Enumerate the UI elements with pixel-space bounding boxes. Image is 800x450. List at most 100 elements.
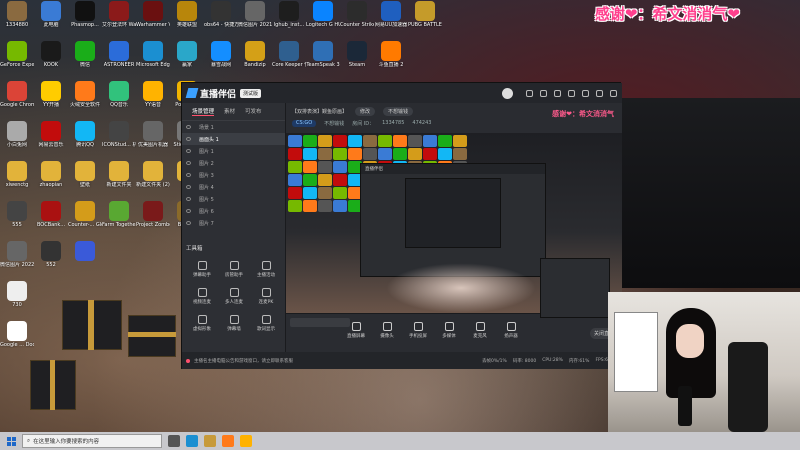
- desktop-shortcut[interactable]: Counter-... Global Off...: [68, 200, 102, 238]
- eye-icon[interactable]: [186, 137, 191, 141]
- desktop-shortcut[interactable]: TeamSpeak 3: [306, 40, 340, 78]
- desktop-shortcut[interactable]: zhaopian: [34, 160, 68, 198]
- tool-button[interactable]: 多人连麦: [218, 288, 250, 305]
- eye-icon[interactable]: [186, 161, 191, 165]
- scene-item[interactable]: 场景 1: [182, 121, 285, 133]
- desktop-shortcut[interactable]: lghub_inst...: [272, 0, 306, 38]
- source-button[interactable]: 多媒体: [439, 322, 459, 339]
- source-search-input[interactable]: [290, 318, 350, 327]
- desktop-shortcut[interactable]: Counter Strike Online: [340, 0, 374, 38]
- eye-icon[interactable]: [186, 197, 191, 201]
- scene-item[interactable]: 图片 6: [182, 205, 285, 217]
- orange-app-icon[interactable]: [222, 435, 234, 447]
- close-icon[interactable]: [610, 89, 617, 97]
- room-extra-field[interactable]: 不想输钱: [383, 107, 414, 116]
- desktop-shortcut[interactable]: 网易UU加速器: [374, 0, 408, 38]
- desktop-shortcut[interactable]: 此电脑: [34, 0, 68, 38]
- message-icon[interactable]: [526, 89, 533, 97]
- desktop-shortcut[interactable]: 1334880: [0, 0, 34, 38]
- desktop-shortcut[interactable]: KOOK: [34, 40, 68, 78]
- source-button[interactable]: 麦克风: [470, 322, 490, 339]
- desktop-shortcut[interactable]: PUBG BATTLEGR...: [408, 0, 442, 38]
- desktop-shortcut[interactable]: 赢家: [170, 40, 204, 78]
- douyin-icon[interactable]: [240, 435, 252, 447]
- desktop-shortcut[interactable]: 艾尔登法环 Warhammer: [102, 0, 136, 38]
- eye-icon[interactable]: [186, 173, 191, 177]
- desktop-shortcut[interactable]: ICONStud... 机器: [102, 120, 136, 158]
- tool-button[interactable]: 歌词显示: [250, 315, 282, 332]
- desktop-shortcut[interactable]: 新建文件夹: [102, 160, 136, 198]
- desktop-shortcut[interactable]: Warhammer Vermintide: [136, 0, 170, 38]
- desktop-shortcut[interactable]: Bandizip: [238, 40, 272, 78]
- maximize-icon[interactable]: [596, 89, 603, 97]
- desktop-shortcut[interactable]: 730: [0, 280, 34, 318]
- scene-item[interactable]: 图片 7: [182, 217, 285, 229]
- desktop-shortcut[interactable]: 英雄联盟: [170, 0, 204, 38]
- desktop-shortcut[interactable]: Farm Together: [102, 200, 136, 238]
- desktop-shortcut[interactable]: YY语音: [136, 80, 170, 118]
- game-category[interactable]: CS:GO: [292, 120, 317, 127]
- desktop-shortcut[interactable]: Core Keeper 快...: [272, 40, 306, 78]
- desktop-shortcut[interactable]: Steam: [340, 40, 374, 78]
- desktop-shortcut[interactable]: ASTRONEER: [102, 40, 136, 78]
- scene-item[interactable]: 图片 3: [182, 169, 285, 181]
- desktop-shortcut[interactable]: Project Zomboid: [136, 200, 170, 238]
- settings-icon[interactable]: [554, 89, 561, 97]
- desktop-shortcut[interactable]: [68, 240, 102, 278]
- desktop-shortcut[interactable]: xiwenctg: [0, 160, 34, 198]
- tool-button[interactable]: 连麦PK: [250, 288, 282, 305]
- tool-button[interactable]: 视频连麦: [186, 288, 218, 305]
- user-avatar[interactable]: [502, 87, 513, 99]
- edge-icon[interactable]: [186, 435, 198, 447]
- desktop-shortcut[interactable]: 网易云音乐: [34, 120, 68, 158]
- tool-button[interactable]: 弹幕墙: [218, 315, 250, 332]
- desktop-shortcut[interactable]: 小白兔网: [0, 120, 34, 158]
- scene-item[interactable]: 图片 5: [182, 193, 285, 205]
- desktop-shortcut[interactable]: Phasmop...: [68, 0, 102, 38]
- eye-icon[interactable]: [186, 149, 191, 153]
- menu-icon[interactable]: [568, 89, 575, 97]
- tool-button[interactable]: 弹幕助手: [186, 261, 218, 278]
- tab-publish[interactable]: 可发布: [245, 107, 262, 116]
- edit-title-button[interactable]: 修改: [355, 107, 376, 116]
- desktop-shortcut[interactable]: Google ... Doodle Jack: [0, 320, 34, 358]
- desktop-shortcut[interactable]: 腾讯QQ: [68, 120, 102, 158]
- desktop-shortcut[interactable]: 微信图片 2021111...: [238, 0, 272, 38]
- desktop-shortcut[interactable]: 555: [0, 200, 34, 238]
- desktop-shortcut[interactable]: Logitech G HUB: [306, 0, 340, 38]
- steam-icon[interactable]: [204, 435, 216, 447]
- desktop-shortcut[interactable]: 552: [34, 240, 68, 278]
- task-view-icon[interactable]: [168, 435, 180, 447]
- taskbar-search-box[interactable]: ⌕ 在这里输入你要搜索的内容: [22, 434, 162, 448]
- desktop-shortcut[interactable]: QQ音乐: [102, 80, 136, 118]
- eye-icon[interactable]: [186, 125, 191, 129]
- source-button[interactable]: 摄像头: [377, 322, 397, 339]
- eye-icon[interactable]: [186, 209, 191, 213]
- scene-item[interactable]: 图片 2: [182, 157, 285, 169]
- desktop-shortcut[interactable]: GeForce Experience: [0, 40, 34, 78]
- source-button[interactable]: 扬声器: [501, 322, 521, 339]
- desktop-shortcut[interactable]: BOCBank...: [34, 200, 68, 238]
- tool-button[interactable]: 房管助手: [218, 261, 250, 278]
- desktop-shortcut[interactable]: 火绒安全软件: [68, 80, 102, 118]
- desktop-shortcut[interactable]: 壁纸: [68, 160, 102, 198]
- eye-icon[interactable]: [186, 185, 191, 189]
- desktop-shortcut[interactable]: 微信: [68, 40, 102, 78]
- desktop-shortcut[interactable]: 斗鱼直播 2: [374, 40, 408, 78]
- desktop-shortcut[interactable]: 暴雪战网: [204, 40, 238, 78]
- skin-icon[interactable]: [540, 89, 547, 97]
- source-button[interactable]: 直播屏幕: [346, 322, 366, 339]
- desktop-shortcut[interactable]: 微信图片 2022011...: [0, 240, 34, 278]
- desktop-shortcut[interactable]: 新建文件夹 (2): [136, 160, 170, 198]
- desktop-shortcut[interactable]: 优美图片机器: [136, 120, 170, 158]
- desktop-shortcut[interactable]: obs64 - 快捷方式: [204, 0, 238, 38]
- scene-item[interactable]: 图片 4: [182, 181, 285, 193]
- tool-button[interactable]: 主播活动: [250, 261, 282, 278]
- desktop-shortcut[interactable]: Microsoft Edge: [136, 40, 170, 78]
- start-button[interactable]: [0, 432, 22, 450]
- desktop-shortcut[interactable]: Google Chrome: [0, 80, 34, 118]
- source-button[interactable]: 手机投屏: [408, 322, 428, 339]
- tab-materials[interactable]: 素材: [224, 107, 235, 116]
- tool-button[interactable]: 虚拟形象: [186, 315, 218, 332]
- scene-item[interactable]: 画面头 1: [182, 133, 285, 145]
